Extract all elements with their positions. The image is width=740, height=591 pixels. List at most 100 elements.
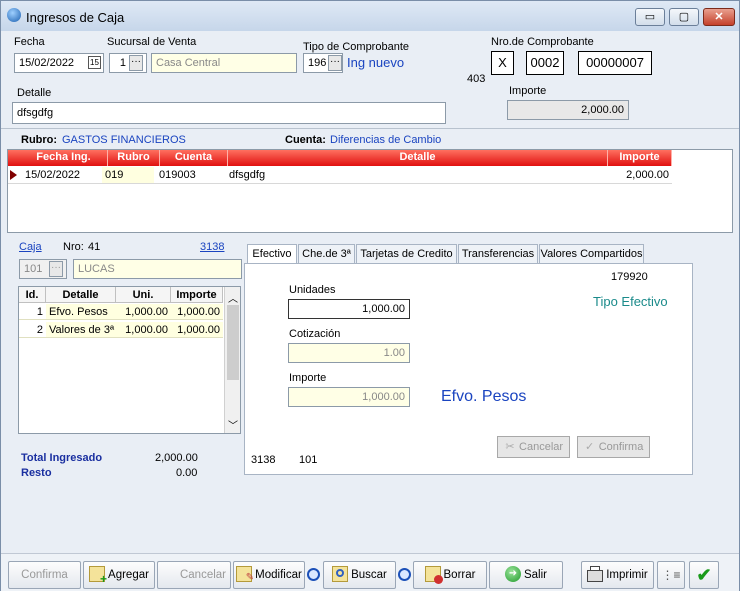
importe-field: 2,000.00 xyxy=(507,100,629,120)
fecha-label: Fecha xyxy=(14,36,45,48)
add-document-icon: + xyxy=(89,565,107,585)
header-divider xyxy=(1,128,739,129)
row-fecha: 15/02/2022 xyxy=(25,169,81,181)
tab-valores-compartidos[interactable]: Valores Compartidos xyxy=(539,244,644,264)
scroll-thumb[interactable] xyxy=(227,305,239,380)
minimize-button[interactable]: ▭ xyxy=(635,8,665,26)
maximize-button[interactable]: ▢ xyxy=(669,8,699,26)
row-detalle: Valores de 3ª xyxy=(46,322,116,338)
tab-cheques[interactable]: Che.de 3ª xyxy=(298,244,355,264)
exit-icon: ➜ xyxy=(504,565,521,582)
table-row[interactable]: 1 Efvo. Pesos 1,000.00 1,000.00 xyxy=(19,304,223,321)
borrar-button[interactable]: Borrar xyxy=(413,561,487,589)
tree-icon: ⋮≡ xyxy=(661,568,681,582)
grid-col-cuenta[interactable]: Cuenta xyxy=(160,150,228,166)
tab-efectivo[interactable]: Efectivo xyxy=(247,244,297,265)
grid-col-detalle[interactable]: Detalle xyxy=(228,150,608,166)
tab-transferencias[interactable]: Transferencias xyxy=(458,244,538,264)
window: Ingresos de Caja ▭ ▢ ✕ Fecha 15/02/2022 … xyxy=(0,0,740,591)
cancel-icon: ✂ xyxy=(505,441,515,453)
grid-col-rubro[interactable]: Rubro xyxy=(108,150,160,166)
efectivo-importe-label: Importe xyxy=(289,372,327,384)
row-cuenta: 019003 xyxy=(159,169,196,181)
valores-grid[interactable]: Id. Detalle Uni. Importe 1 Efvo. Pesos 1… xyxy=(18,286,241,434)
close-button[interactable]: ✕ xyxy=(703,8,735,26)
grid-corner xyxy=(8,150,20,166)
nro-punto-field[interactable]: 0002 xyxy=(526,51,564,75)
tipo-efectivo: Tipo Efectivo xyxy=(593,294,668,309)
grid-col-importe[interactable]: Importe xyxy=(608,150,672,166)
rubro-value: GASTOS FINANCIEROS xyxy=(62,134,186,146)
table-row[interactable]: 15/02/2022 019 019003 dfsgdfg 2,000.00 xyxy=(8,166,672,184)
sucursal-name-field: Casa Central xyxy=(151,53,297,73)
calendar-icon[interactable]: 15 xyxy=(88,56,101,69)
efectivo-cancelar-label: Cancelar xyxy=(519,441,564,453)
buscar-button[interactable]: Buscar xyxy=(323,561,396,589)
row-importe: 2,000.00 xyxy=(626,169,669,181)
window-title: Ingresos de Caja xyxy=(26,10,125,25)
grid-col-fecha[interactable]: Fecha Ing. xyxy=(20,150,108,166)
tipo-lookup-button[interactable]: ··· xyxy=(328,55,342,71)
detalle-label: Detalle xyxy=(17,87,52,99)
salir-label: Salir xyxy=(523,569,547,581)
salir-button[interactable]: ➜ Salir xyxy=(489,561,563,589)
title-bar: Ingresos de Caja ▭ ▢ ✕ xyxy=(1,1,739,31)
caja-nro-value: 41 xyxy=(88,241,101,253)
cuenta-value: Diferencias de Cambio xyxy=(330,134,442,146)
resto-value: 0.00 xyxy=(176,467,198,479)
rubro-label: Rubro: xyxy=(21,134,58,146)
row-rubro: 019 xyxy=(102,167,154,183)
nav-next-icon[interactable] xyxy=(398,561,412,589)
caja-code-link[interactable]: 3138 xyxy=(200,241,224,253)
delete-document-icon xyxy=(424,565,443,584)
resto-label: Resto xyxy=(21,467,52,479)
scroll-down-icon[interactable]: ﹀ xyxy=(228,417,238,432)
check-icon: ✓ xyxy=(585,441,595,453)
imprimir-button[interactable]: Imprimir xyxy=(581,561,654,589)
caja-link[interactable]: Caja xyxy=(19,241,42,253)
agregar-label: Agregar xyxy=(108,569,149,581)
efectivo-panel: 179920 Tipo Efectivo Unidades 1,000.00 C… xyxy=(244,263,693,475)
fecha-value: 15/02/2022 xyxy=(19,57,75,69)
table-row[interactable]: 2 Valores de 3ª 1,000.00 1,000.00 xyxy=(19,322,223,339)
tipo-extra-code: 403 xyxy=(467,73,486,85)
confirma-button[interactable]: Confirma xyxy=(8,561,81,589)
edit-document-icon: ✎ xyxy=(236,565,254,582)
valores-col-id: Id. xyxy=(19,287,46,303)
buscar-label: Buscar xyxy=(351,569,387,581)
movimientos-grid[interactable]: Fecha Ing. Rubro Cuenta Detalle Importe … xyxy=(7,149,733,233)
accept-button[interactable]: ✔ xyxy=(689,561,719,589)
caja-lookup-button: ··· xyxy=(49,261,63,277)
nro-numero-field[interactable]: 00000007 xyxy=(578,51,652,75)
checkmark-icon: ✔ xyxy=(696,565,712,585)
tab-tarjetas[interactable]: Tarjetas de Credito xyxy=(356,244,457,264)
valores-scrollbar[interactable]: ︿ ﹀ xyxy=(224,287,240,433)
total-ingresado-value: 2,000.00 xyxy=(155,452,198,464)
caja-nro-label: Nro: xyxy=(63,241,84,253)
efectivo-cancelar-button[interactable]: ✂ Cancelar xyxy=(497,436,570,458)
caja-name-field: LUCAS xyxy=(73,259,242,279)
nav-prev-icon[interactable] xyxy=(307,561,321,589)
nro-comprobante-label: Nro.de Comprobante xyxy=(491,36,594,48)
detalle-input[interactable]: dfsgdfg xyxy=(12,102,446,124)
printer-icon xyxy=(587,565,604,582)
sucursal-lookup-button[interactable]: ··· xyxy=(129,55,143,71)
cuenta-label: Cuenta: xyxy=(285,134,326,146)
scroll-up-icon[interactable]: ︿ xyxy=(228,290,238,305)
agregar-button[interactable]: + Agregar xyxy=(83,561,155,589)
unidades-input[interactable]: 1,000.00 xyxy=(288,299,410,319)
row-importe: 1,000.00 xyxy=(171,304,223,320)
row-uni: 1,000.00 xyxy=(116,304,171,320)
modificar-button[interactable]: ✎ Modificar xyxy=(233,561,305,589)
nro-letter-field[interactable]: X xyxy=(491,51,514,75)
tree-view-button[interactable]: ⋮≡ xyxy=(657,561,685,589)
row-uni: 1,000.00 xyxy=(116,322,171,338)
cancelar-button[interactable]: Cancelar xyxy=(157,561,231,589)
valores-col-detalle: Detalle xyxy=(46,287,116,303)
imprimir-label: Imprimir xyxy=(606,569,648,581)
row-id: 1 xyxy=(19,304,46,320)
efectivo-importe-field: 1,000.00 xyxy=(288,387,410,407)
total-ingresado-label: Total Ingresado xyxy=(21,452,103,464)
row-detalle: Efvo. Pesos xyxy=(46,304,116,320)
efectivo-confirma-button[interactable]: ✓ Confirma xyxy=(577,436,650,458)
